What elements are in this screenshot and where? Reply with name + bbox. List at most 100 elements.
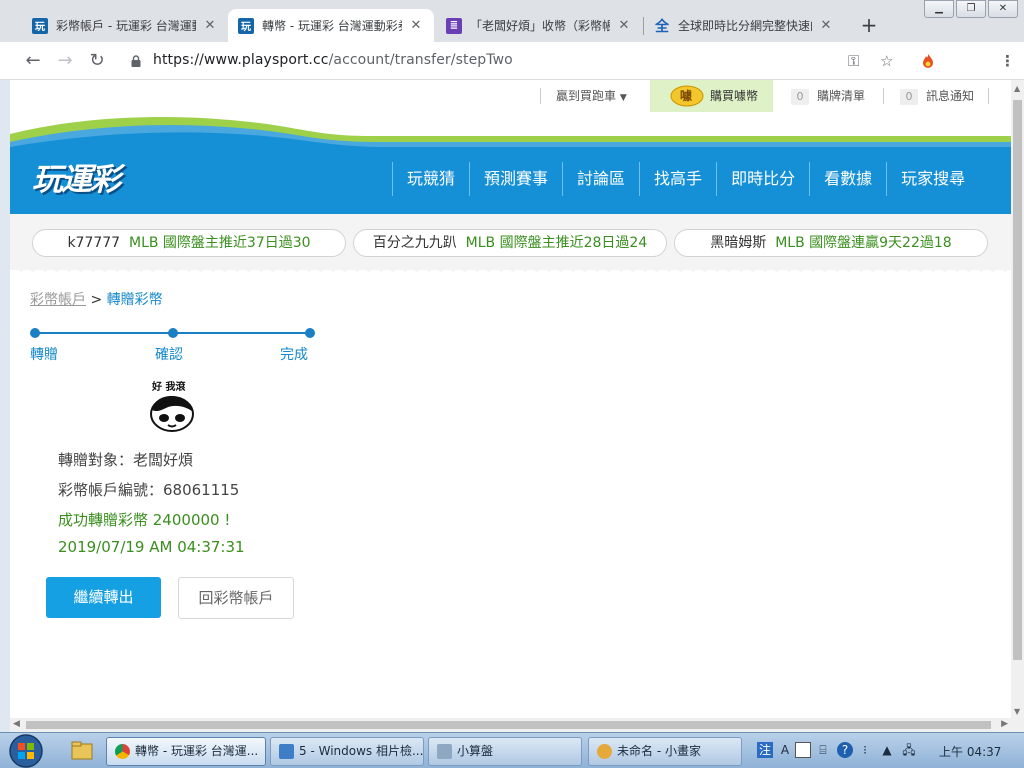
step-label-confirm: 確認 <box>155 347 183 363</box>
header-wave-decoration <box>10 112 1011 152</box>
horizontal-scroll-thumb[interactable] <box>26 721 991 729</box>
breadcrumb-coin-account-link[interactable]: 彩幣帳戶 <box>30 292 86 308</box>
horizontal-scrollbar[interactable]: ◀ ▶ <box>10 718 1024 732</box>
ticker-name: 百分之九九趴 <box>372 235 457 251</box>
address-bar[interactable]: https://www.playsport.cc/account/transfe… <box>153 52 513 68</box>
windows-start-orb-icon[interactable] <box>4 733 48 768</box>
playsport-favicon-icon: 玩 <box>238 17 254 34</box>
new-tab-button[interactable]: + <box>858 14 880 36</box>
cart-label: 贏到買跑車 <box>556 89 617 103</box>
tab-title: 「老闆好煩」收幣（彩幣帳 <box>470 19 610 33</box>
tab-title: 轉幣 - 玩運彩 台灣運動彩券 <box>262 19 402 33</box>
tab-coin-account[interactable]: 玩 彩幣帳戶 - 玩運彩 台灣運動 ✕ <box>22 9 228 42</box>
reload-button[interactable]: ↻ <box>86 50 108 72</box>
site-header: 玩運彩 玩競猜 預測賽事 討論區 找高手 即時比分 看數據 玩家搜尋 <box>10 112 1011 214</box>
ticker-name: 黑暗姆斯 <box>710 235 767 251</box>
calculator-icon <box>437 744 452 759</box>
url-path: /account/transfer/stepTwo <box>328 52 513 68</box>
site-topbar: 贏到買跑車 ▼ 噱 購買噱幣 0 購牌清單 0 訊息通知 <box>10 80 1011 112</box>
vertical-scrollbar[interactable]: ▲ ▼ <box>1011 80 1024 718</box>
nav-item-forum[interactable]: 討論區 <box>562 162 639 196</box>
tab-boss-annoying[interactable]: ≣ 「老闆好煩」收幣（彩幣帳 ✕ <box>436 9 642 42</box>
browser-tabstrip: 玩 彩幣帳戶 - 玩運彩 台灣運動 ✕ 玩 轉幣 - 玩運彩 台灣運動彩券 ✕ … <box>0 0 1024 42</box>
scroll-left-arrow-icon[interactable]: ◀ <box>13 719 20 729</box>
tab-close-icon[interactable]: ✕ <box>616 18 632 33</box>
ticker-item[interactable]: 百分之九九趴 MLB 國際盤主推近28日過24 <box>353 229 667 257</box>
help-icon[interactable]: ? <box>837 742 853 758</box>
watchlist-count-badge: 0 <box>791 89 809 105</box>
taskbar-photo-viewer[interactable]: 5 - Windows 相片檢... <box>270 737 424 766</box>
close-window-button[interactable]: ✕ <box>988 0 1018 18</box>
notification-label: 訊息通知 <box>926 89 975 103</box>
scroll-right-arrow-icon[interactable]: ▶ <box>1001 719 1008 729</box>
transfer-datetime-text: 2019/07/19 AM 04:37:31 <box>58 538 245 556</box>
taskbar-task-label: 未命名 - 小畫家 <box>617 744 701 758</box>
topbar-divider <box>883 88 884 104</box>
tab-close-icon[interactable]: ✕ <box>408 18 424 33</box>
topbar-divider <box>540 88 541 104</box>
cart-link[interactable]: 贏到買跑車 ▼ <box>556 80 627 112</box>
font-icon[interactable]: A <box>777 742 793 758</box>
scroll-down-arrow-icon[interactable]: ▼ <box>1014 707 1020 716</box>
maximize-button[interactable]: ❐ <box>956 0 986 18</box>
taskbar-paint[interactable]: 未命名 - 小畫家 <box>588 737 742 766</box>
watchlist-label: 購牌清單 <box>817 89 866 103</box>
tab-transfer[interactable]: 玩 轉幣 - 玩運彩 台灣運動彩券 ✕ <box>228 9 434 42</box>
ime-icon[interactable]: 注 <box>757 742 773 758</box>
continue-transfer-button[interactable]: 繼續轉出 <box>46 577 161 618</box>
step-dot <box>168 328 178 338</box>
watchlist-link[interactable]: 0 購牌清單 <box>791 80 865 112</box>
nav-item-live-score[interactable]: 即時比分 <box>716 162 809 196</box>
tab-title: 全球即時比分網完整快速的 <box>678 19 812 33</box>
key-icon[interactable]: ⚿ <box>848 52 859 70</box>
nav-item-guess[interactable]: 玩競猜 <box>392 162 469 196</box>
step-label-done: 完成 <box>280 347 308 363</box>
buy-coins-link[interactable]: 噱 購買噱幣 <box>650 80 773 112</box>
ticker-name: k77777 <box>67 235 121 251</box>
tab-close-icon[interactable]: ✕ <box>202 18 218 33</box>
site-logo[interactable]: 玩運彩 <box>32 154 121 199</box>
expert-ticker: k77777 MLB 國際盤主推近37日過30 百分之九九趴 MLB 國際盤主推… <box>10 214 1011 270</box>
taskbar-chrome[interactable]: 轉幣 - 玩運彩 台灣運... <box>106 737 266 766</box>
show-hidden-icons-icon[interactable]: ▲ <box>879 742 895 758</box>
file-explorer-icon[interactable] <box>70 738 94 764</box>
ticker-text: MLB 國際盤主推近37日過30 <box>129 235 311 251</box>
forward-button[interactable]: → <box>54 50 76 72</box>
step-dot <box>305 328 315 338</box>
sticker-caption: 好 我滾 <box>152 382 186 393</box>
network-icon[interactable]: 🖧 <box>901 742 917 758</box>
tray-options-icon[interactable]: ⁝ <box>857 742 873 758</box>
step-dot <box>30 328 40 338</box>
nav-item-stats[interactable]: 看數據 <box>809 162 886 196</box>
minimize-button[interactable]: ▁ <box>924 0 954 18</box>
back-button[interactable]: ← <box>22 50 44 72</box>
topbar-divider <box>988 88 989 104</box>
step-label-transfer: 轉贈 <box>30 347 58 363</box>
scroll-up-arrow-icon[interactable]: ▲ <box>1014 84 1020 93</box>
extension-flame-icon[interactable] <box>920 53 936 69</box>
tab-live-score[interactable]: 全 全球即時比分網完整快速的 ✕ <box>644 9 844 42</box>
breadcrumb-separator: > <box>90 292 103 308</box>
taskbar-task-label: 轉幣 - 玩運彩 台灣運... <box>135 744 259 758</box>
nav-item-predict[interactable]: 預測賽事 <box>469 162 562 196</box>
taskbar-calculator[interactable]: 小算盤 <box>428 737 582 766</box>
transfer-success-text: 成功轉贈彩幣 2400000 ! <box>58 511 231 529</box>
taskbar-clock[interactable]: 上午 04:37 <box>939 743 1001 760</box>
browser-menu-icon[interactable]: ⋮ <box>1000 52 1015 70</box>
nav-item-experts[interactable]: 找高手 <box>639 162 716 196</box>
ticker-item[interactable]: 黑暗姆斯 MLB 國際盤連贏9天22過18 <box>674 229 988 257</box>
main-nav: 玩競猜 預測賽事 討論區 找高手 即時比分 看數據 玩家搜尋 <box>392 162 979 196</box>
url-host: https://www.playsport.cc <box>153 52 329 68</box>
screen: 玩 彩幣帳戶 - 玩運彩 台灣運動 ✕ 玩 轉幣 - 玩運彩 台灣運動彩券 ✕ … <box>0 0 1024 768</box>
vertical-scroll-thumb[interactable] <box>1013 100 1022 660</box>
back-to-coin-account-button[interactable]: 回彩幣帳戶 <box>178 577 294 619</box>
breadcrumb: 彩幣帳戶 > 轉贈彩幣 <box>30 289 163 309</box>
ticker-item[interactable]: k77777 MLB 國際盤主推近37日過30 <box>32 229 346 257</box>
tab-close-icon[interactable]: ✕ <box>818 18 834 33</box>
window-icon[interactable] <box>795 742 811 758</box>
pointer-icon[interactable]: ⌸ <box>815 742 831 758</box>
nav-item-player-search[interactable]: 玩家搜尋 <box>886 162 979 196</box>
notification-link[interactable]: 0 訊息通知 <box>900 80 974 112</box>
bookmark-star-icon[interactable]: ☆ <box>880 52 893 70</box>
taskbar-task-label: 小算盤 <box>457 744 494 758</box>
